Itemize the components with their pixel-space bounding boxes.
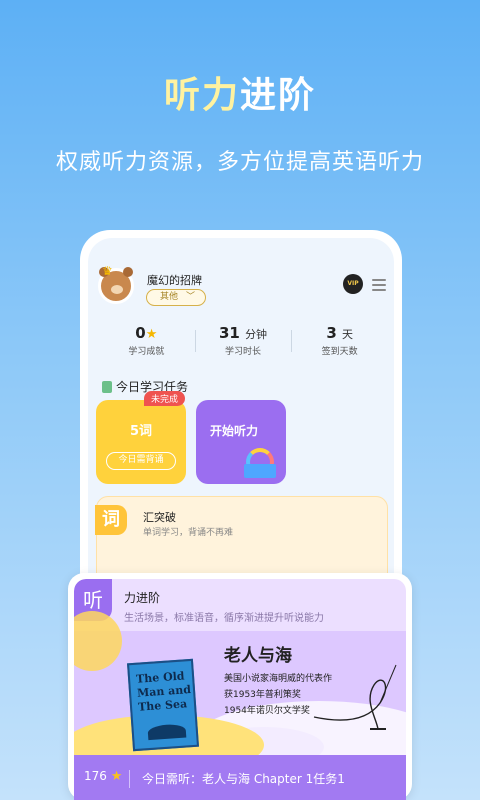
boat-icon xyxy=(147,723,187,741)
book-title: 老人与海 xyxy=(224,646,292,666)
chevron-down-icon: ﹀ xyxy=(185,292,195,302)
sun-shape xyxy=(74,611,122,671)
book-scene: The Old Man and The Sea 老人与海 美国小说家海明威的代表… xyxy=(74,611,406,781)
start-listening-label: 开始听力 xyxy=(210,424,259,438)
book-cover[interactable]: The Old Man and The Sea xyxy=(127,658,199,752)
user-tag-dropdown[interactable]: 其他 ﹀ xyxy=(146,289,206,306)
promo-headline: 听力进阶 xyxy=(0,66,480,118)
star-count-value: 176 xyxy=(84,769,107,783)
stat-value: 3 xyxy=(326,324,337,342)
stat-label: 学习时长 xyxy=(225,347,262,357)
listening-footer[interactable]: 176 ★ 今日需听：老人与海 Chapter 1任务1 xyxy=(74,755,406,800)
today-listening-task: 今日需听：老人与海 Chapter 1任务1 xyxy=(142,772,345,786)
promo-subtitle: 权威听力资源，多方位提高英语听力 xyxy=(55,150,424,175)
username: 魔幻的招牌 xyxy=(147,274,202,287)
book-cover-title: The Old Man and The Sea xyxy=(135,669,192,714)
stat-achievements[interactable]: 0★ 学习成就 xyxy=(98,324,195,364)
book-desc-line: 1954年诺贝尔文学奖 xyxy=(224,706,310,716)
book-desc-line: 获1953年普利策奖 xyxy=(224,690,301,700)
stat-value: 0 xyxy=(135,324,146,342)
recite-button[interactable]: 今日需背诵 xyxy=(106,452,176,470)
task-flag-icon xyxy=(102,381,112,393)
word-count: 5词 xyxy=(129,424,153,439)
listening-card-subtitle: 生活场景，标准语音，循序渐进提升听说能力 xyxy=(124,613,324,624)
status-badge: 未完成 xyxy=(144,391,186,406)
vocab-title: 汇突破 xyxy=(143,511,176,524)
star-count: 176 ★ xyxy=(84,769,122,784)
headline-part2: 进阶 xyxy=(240,75,317,116)
stat-checkin-days[interactable]: 3 天 签到天数 xyxy=(291,324,388,364)
start-listening-card[interactable]: 开始听力 xyxy=(196,400,286,484)
stat-unit: 分钟 xyxy=(245,328,268,341)
vocab-subtitle: 单词学习，背诵不再难 xyxy=(143,528,234,538)
bear-face xyxy=(111,285,123,294)
listening-card-title: 力进阶 xyxy=(124,591,161,605)
headline-part1: 听力 xyxy=(163,75,240,116)
vocab-icon: 词 xyxy=(95,505,127,535)
user-tag-label: 其他 xyxy=(160,292,179,302)
stat-label: 学习成就 xyxy=(128,347,165,357)
stat-study-time[interactable]: 31 分钟 学习时长 xyxy=(194,324,292,364)
stats-row: 0★ 学习成就 31 分钟 学习时长 3 天 签到天数 xyxy=(98,324,388,364)
word-task-card[interactable]: 未完成 5词 今日需背诵 xyxy=(96,391,186,484)
listening-advanced-card[interactable]: 听 力进阶 生活场景，标准语音，循序渐进提升听说能力 The Old Man a… xyxy=(68,573,412,800)
footer-divider xyxy=(129,770,130,788)
crown-icon: ♛ xyxy=(102,264,113,278)
stat-unit: 天 xyxy=(342,328,354,341)
stat-label: 签到天数 xyxy=(321,347,358,357)
vip-badge[interactable]: VIP xyxy=(343,274,363,294)
listening-card-body: 听 力进阶 生活场景，标准语音，循序渐进提升听说能力 The Old Man a… xyxy=(74,579,406,800)
stat-value: 31 xyxy=(218,324,240,342)
fishing-line-icon xyxy=(313,664,397,730)
rainbow-house-icon xyxy=(244,448,278,478)
star-icon: ★ xyxy=(110,769,123,784)
menu-icon[interactable] xyxy=(372,279,386,294)
star-icon: ★ xyxy=(145,327,158,342)
